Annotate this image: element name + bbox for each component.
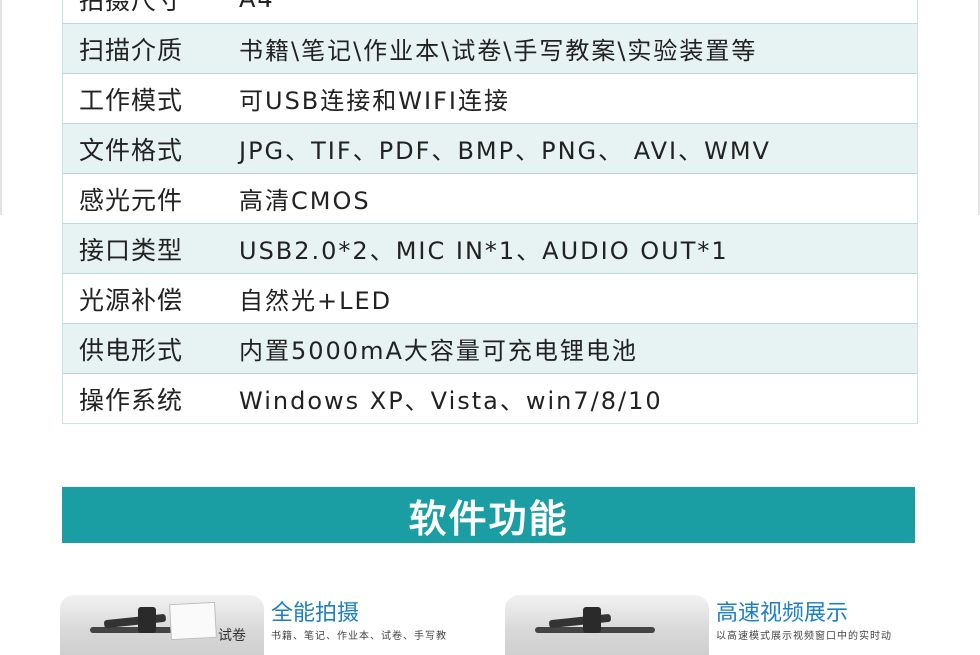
spec-row-interface: 接口类型 USB2.0*2、MIC IN*1、AUDIO OUT*1 [63,224,917,274]
feature-thumbnail-image [505,595,709,655]
spec-value: 可USB连接和WIFI连接 [239,87,510,115]
feature-description: 以高速模式展示视频窗口中的实时动 [716,631,892,642]
device-camera-head-shape [583,607,601,633]
spec-label: 拍摄尺寸 [79,0,184,15]
spec-value: 自然光+LED [239,287,393,315]
document-paper-shape [169,601,217,641]
spec-label: 供电形式 [79,335,184,365]
feature-card-video-display: 高速视频展示 以高速模式展示视频窗口中的实时动 [505,595,925,655]
spec-value: A4 [239,0,275,13]
spec-row-capture-size: 拍摄尺寸 A4 [63,0,917,24]
spec-row-file-format: 文件格式 JPG、TIF、PDF、BMP、PNG、 AVI、WMV [63,124,917,174]
spec-row-sensor: 感光元件 高清CMOS [63,174,917,224]
spec-row-light-compensation: 光源补偿 自然光+LED [63,274,917,324]
device-camera-head-shape [138,607,156,633]
feature-thumbnail-image: 试卷 [60,595,264,655]
spec-label: 工作模式 [79,85,184,115]
spec-row-os: 操作系统 Windows XP、Vista、win7/8/10 [63,374,917,424]
spec-label: 文件格式 [79,135,184,165]
section-title: 软件功能 [408,496,569,541]
thumbnail-caption: 试卷 [218,628,246,644]
spec-label: 操作系统 [79,385,184,415]
left-edge-line [0,0,2,215]
spec-row-power: 供电形式 内置5000mA大容量可充电锂电池 [63,324,917,374]
feature-title: 全能拍摄 [271,601,360,626]
spec-label: 扫描介质 [79,35,184,65]
spec-row-work-mode: 工作模式 可USB连接和WIFI连接 [63,74,917,124]
feature-title: 高速视频展示 [716,601,849,626]
spec-table: 拍摄尺寸 A4 扫描介质 书籍\笔记\作业本\试卷\手写教案\实验装置等 工作模… [62,0,918,424]
spec-value: Windows XP、Vista、win7/8/10 [239,387,663,415]
feature-card-full-capture: 试卷 全能拍摄 书籍、笔记、作业本、试卷、手写教 [60,595,480,655]
spec-label: 光源补偿 [79,285,184,315]
spec-value: 内置5000mA大容量可充电锂电池 [239,337,638,365]
spec-value: JPG、TIF、PDF、BMP、PNG、 AVI、WMV [239,137,771,165]
feature-description: 书籍、笔记、作业本、试卷、手写教 [271,631,447,642]
spec-value: 高清CMOS [239,187,371,215]
section-banner: 软件功能 [62,487,915,543]
spec-value: USB2.0*2、MIC IN*1、AUDIO OUT*1 [239,237,729,265]
spec-label: 接口类型 [79,235,184,265]
spec-value: 书籍\笔记\作业本\试卷\手写教案\实验装置等 [239,37,758,65]
spec-row-scan-media: 扫描介质 书籍\笔记\作业本\试卷\手写教案\实验装置等 [63,24,917,74]
spec-label: 感光元件 [79,185,184,215]
